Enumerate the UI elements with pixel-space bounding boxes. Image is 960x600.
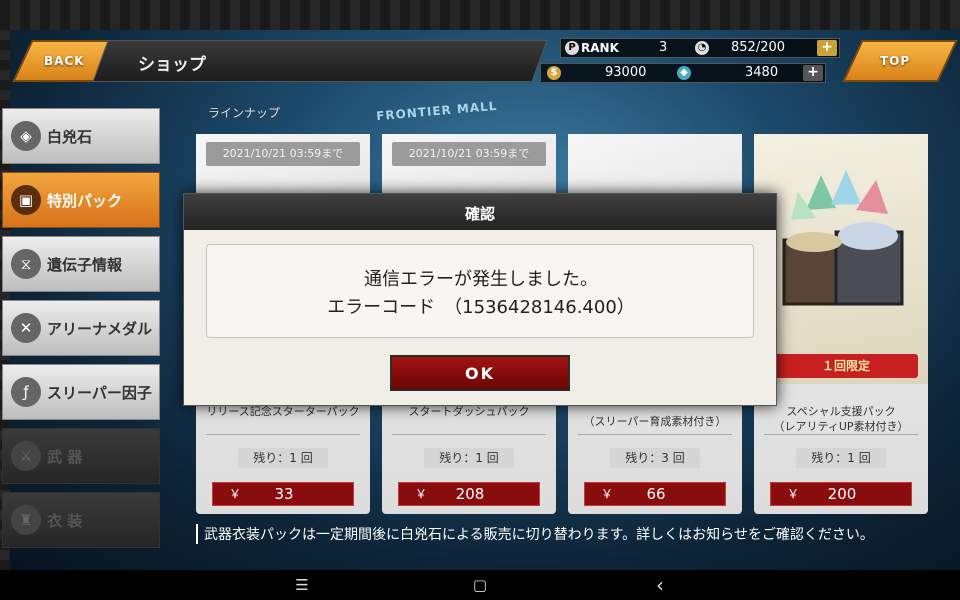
- swords-icon: ✕: [11, 313, 41, 343]
- stone-icon: ◈: [11, 121, 41, 151]
- remain-label: 残り：: [253, 451, 290, 465]
- rank-label: RANK: [581, 41, 619, 55]
- lineup-label: ラインナップ: [208, 106, 281, 120]
- remain-label: 残り：: [439, 451, 476, 465]
- card-name: （スリーパー育成素材付き）: [583, 415, 727, 428]
- remain-value: 1: [289, 451, 297, 465]
- sidebar-item-label: 白兇石: [47, 128, 93, 146]
- add-gem-button[interactable]: +: [803, 65, 823, 81]
- sidebar-item-special-pack[interactable]: ▣ 特別パック: [2, 172, 160, 228]
- frontier-mall-sign: FRONTIER MALL: [375, 98, 498, 124]
- remain-unit: 回: [858, 451, 871, 465]
- remain-unit: 回: [300, 451, 313, 465]
- price-value: 66: [646, 485, 666, 503]
- remain-value: 1: [847, 451, 855, 465]
- remain-unit: 回: [672, 451, 685, 465]
- sidebar-item-gene-info[interactable]: ⧖ 遺伝子情報: [2, 236, 160, 292]
- remaining-count: 残り：1 回: [796, 448, 886, 468]
- card-deadline: 2021/10/21 03:59まで: [392, 142, 546, 166]
- top-border: [0, 0, 960, 30]
- remain-unit: 回: [486, 451, 499, 465]
- card-name: リリース記念スターターパック: [206, 405, 360, 418]
- product-card[interactable]: １回限定 スペシャル支援パック （レアリティUP素材付き） 残り：1 回 ￥ 20…: [754, 134, 928, 514]
- remain-value: 1: [475, 451, 483, 465]
- price-value: 208: [455, 485, 485, 503]
- card-name: スタートダッシュパック: [408, 405, 530, 418]
- error-code: エラーコード （1536428146.400）: [327, 297, 635, 318]
- costume-icon: ♜: [11, 505, 41, 535]
- divider: [578, 434, 732, 435]
- page-title: ショップ: [138, 55, 206, 75]
- dialog-title: 確認: [464, 205, 495, 223]
- factor-icon: ƒ: [11, 377, 41, 407]
- gem-chest-image: [782, 170, 904, 306]
- sidebar-item-white-stone[interactable]: ◈ 白兇石: [2, 108, 160, 164]
- card-deadline: 2021/10/21 03:59まで: [206, 142, 360, 166]
- status-row-top: P RANK 3 ◔ 852/200 +: [560, 38, 840, 58]
- price-value: 200: [827, 485, 857, 503]
- divider: [392, 434, 546, 435]
- price-button[interactable]: ￥ 33: [212, 482, 354, 506]
- sidebar-item-arena-medal[interactable]: ✕ アリーナメダル: [2, 300, 160, 356]
- add-stamina-button[interactable]: +: [817, 40, 837, 56]
- limit-badge: １回限定: [774, 354, 918, 378]
- ok-button-label: OK: [465, 364, 495, 383]
- remain-label: 残り：: [625, 451, 662, 465]
- sidebar-item-weapons[interactable]: ⚔ 武 器: [2, 428, 160, 484]
- top-button[interactable]: [842, 40, 958, 82]
- sidebar-item-label: 武 器: [47, 448, 83, 466]
- remaining-count: 残り：1 回: [238, 448, 328, 468]
- divider: [206, 434, 360, 435]
- sidebar-item-label: スリーパー因子: [47, 384, 152, 402]
- remain-value: 3: [661, 451, 669, 465]
- dialog-message-box: 通信エラーが発生しました。 エラーコード （1536428146.400）: [206, 244, 754, 338]
- price-value: 33: [274, 485, 294, 503]
- error-message: 通信エラーが発生しました。: [364, 269, 598, 290]
- sidebar-item-label: アリーナメダル: [47, 320, 153, 338]
- sidebar-item-costume[interactable]: ♜ 衣 装: [2, 492, 160, 548]
- rank-value: 3: [659, 40, 668, 55]
- gold-value: 93000: [605, 65, 647, 80]
- system-nav-bar: ☰ ▢ ‹: [0, 570, 960, 600]
- notice-text: 武器衣装パックは一定期間後に白兇石による販売に切り替わります。詳しくはお知らせを…: [196, 524, 874, 544]
- weapon-icon: ⚔: [11, 441, 41, 471]
- home-icon[interactable]: ▢: [468, 575, 492, 595]
- divider: [764, 434, 918, 435]
- nav-back-icon[interactable]: ‹: [648, 575, 672, 595]
- sidebar-item-label: 遺伝子情報: [47, 256, 123, 274]
- dna-icon: ⧖: [11, 249, 41, 279]
- gem-value: 3480: [745, 65, 779, 80]
- rank-icon: P: [565, 41, 579, 55]
- sidebar-item-sleeper-factor[interactable]: ƒ スリーパー因子: [2, 364, 160, 420]
- menu-icon[interactable]: ☰: [290, 575, 314, 595]
- sidebar-item-label: 特別パック: [47, 192, 123, 210]
- dialog-header: 確認: [184, 194, 776, 230]
- stamina-icon: ◔: [695, 41, 709, 55]
- sidebar-item-label: 衣 装: [47, 512, 83, 530]
- price-button[interactable]: ￥ 200: [770, 482, 912, 506]
- gold-icon: $: [547, 66, 561, 80]
- box-icon: ▣: [11, 185, 41, 215]
- price-button[interactable]: ￥ 208: [398, 482, 540, 506]
- remaining-count: 残り：1 回: [424, 448, 514, 468]
- game-screen: BACK ショップ TOP P RANK 3 ◔ 852/200 + $ 930…: [0, 0, 960, 570]
- remaining-count: 残り：3 回: [610, 448, 700, 468]
- ok-button[interactable]: OK: [390, 355, 570, 391]
- status-row-bottom: $ 93000 ◆ 3480 +: [540, 63, 826, 83]
- remain-label: 残り：: [811, 451, 848, 465]
- price-button[interactable]: ￥ 66: [584, 482, 726, 506]
- error-dialog: 確認 通信エラーが発生しました。 エラーコード （1536428146.400）…: [183, 193, 777, 406]
- stamina-value: 852/200: [731, 40, 786, 55]
- gem-icon: ◆: [677, 66, 691, 80]
- card-name: スペシャル支援パック （レアリティUP素材付き）: [773, 405, 909, 433]
